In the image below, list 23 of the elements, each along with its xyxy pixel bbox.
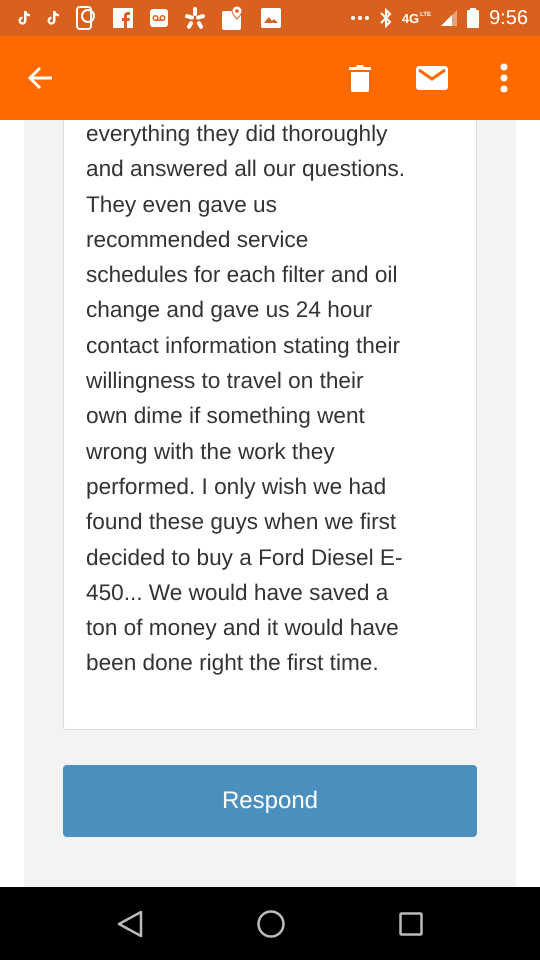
network-type: 4G [402,12,420,24]
map-pin-icon [222,6,244,30]
respond-button[interactable]: Respond [63,764,477,837]
battery-icon [467,8,480,28]
burst-icon [185,7,205,29]
facebook-icon [113,8,133,28]
home-nav-icon[interactable] [257,910,285,938]
music-note-icon [47,11,59,25]
voicemail-icon [150,9,168,27]
recents-nav-icon[interactable] [399,912,423,936]
back-nav-icon[interactable] [117,910,143,938]
review-text: everything they did thoroughly and answered all our questions. They even gave us recommended service schedules for each filter and oil change and gave us 24 hour contact information stating their willingness to travel on their own dime if something went wrong with the work they performed. I only wish we had found these guys when we first decided to buy a Ford Diesel E- 450... We would have saved a ton of money and it would have been done right the first time. [86,120,406,678]
mail-icon[interactable] [416,66,448,90]
signal-icon [441,10,458,26]
more-options-icon[interactable] [500,63,508,93]
phone-sync-icon [76,6,96,30]
clock-time: 9:56 [489,6,528,30]
more-notifications-icon [350,15,370,21]
music-note-icon [18,11,30,25]
back-arrow-icon[interactable] [28,66,54,90]
trash-icon[interactable] [349,64,371,92]
image-icon [261,8,281,28]
bluetooth-icon [380,8,392,28]
